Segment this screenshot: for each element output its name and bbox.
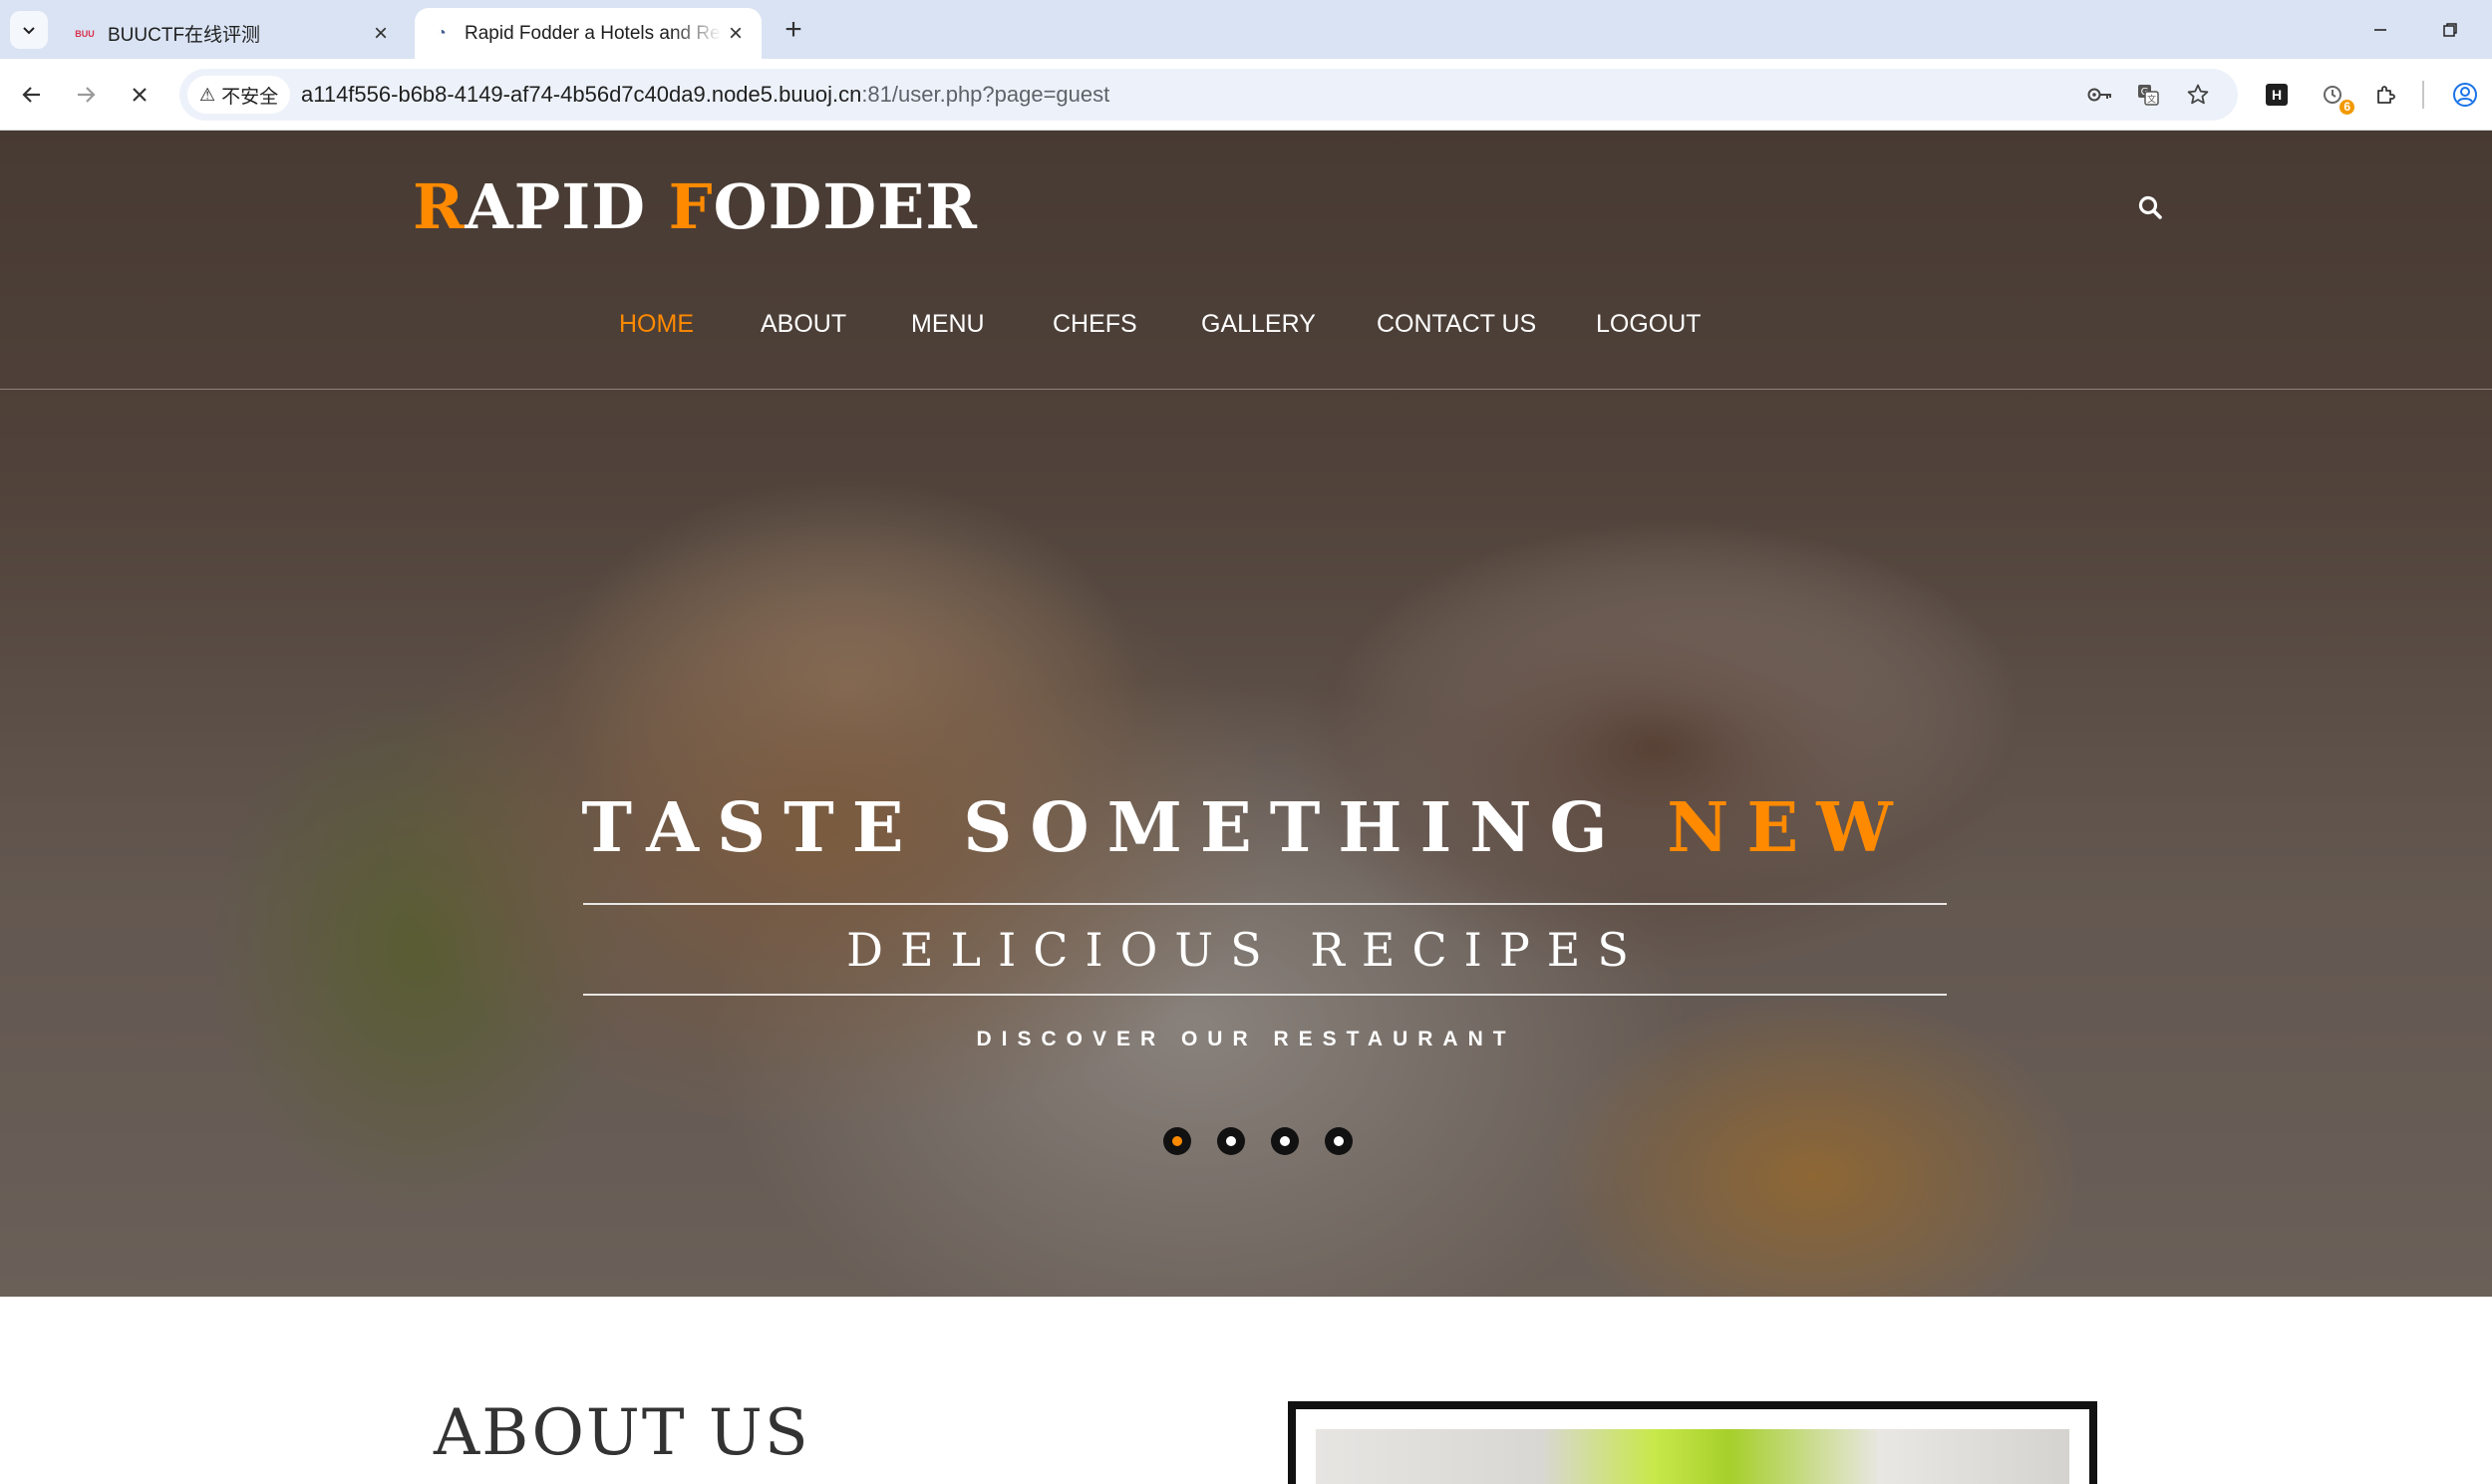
translate-icon[interactable]: G文	[2133, 80, 2163, 110]
about-section: ABOUT US	[0, 1297, 2492, 1484]
url-host: a114f556-b6b8-4149-af74-4b56d7c40da9.nod…	[301, 82, 862, 107]
security-label: 不安全	[221, 86, 279, 108]
close-icon[interactable]: ×	[367, 20, 395, 48]
close-icon	[133, 88, 147, 102]
hero-slider: RAPID FODDER HOME ABOUT MENU CHEFS GALLE…	[0, 131, 2492, 1297]
search-button[interactable]	[2133, 190, 2167, 224]
hero-title: TASTE SOMETHING NEW	[0, 788, 2492, 868]
header-divider	[0, 389, 2492, 390]
bookmark-star-icon[interactable]	[2183, 80, 2213, 110]
browser-tab-buuctf[interactable]: BUU BUUCTF在线评测 ×	[58, 8, 407, 59]
hero-title-accent: NEW	[1667, 788, 1911, 868]
close-icon[interactable]: ×	[722, 20, 750, 48]
nav-about[interactable]: ABOUT	[761, 310, 846, 339]
svg-text:文: 文	[2147, 94, 2156, 106]
restore-icon	[2443, 23, 2457, 37]
slider-dot-1[interactable]	[1163, 1127, 1191, 1155]
hero-background-image	[0, 131, 2492, 1297]
nav-contact-us[interactable]: CONTACT US	[1377, 310, 1536, 339]
forward-button[interactable]	[68, 77, 104, 113]
nav-logout[interactable]: LOGOUT	[1596, 310, 1702, 339]
nav-home[interactable]: HOME	[619, 310, 694, 339]
security-indicator[interactable]: ⚠ 不安全	[187, 76, 291, 114]
browser-tabstrip: BUU BUUCTF在线评测 × ◔ Rapid Fodder a Hotels…	[0, 0, 2492, 59]
url-path: :81/user.php?page=guest	[861, 82, 1110, 107]
about-image	[1316, 1429, 2069, 1484]
back-button[interactable]	[14, 77, 50, 113]
loading-favicon-icon: ◔	[437, 24, 447, 42]
logo-initial-f: F	[668, 170, 714, 243]
buuctf-favicon-icon: BUU	[75, 28, 95, 39]
nav-menu[interactable]: MENU	[911, 310, 985, 339]
hero-tagline: DISCOVER OUR RESTAURANT	[976, 1028, 1516, 1050]
stop-loading-button[interactable]	[122, 77, 157, 113]
toolbar-separator	[2422, 81, 2424, 109]
nav-gallery[interactable]: GALLERY	[1201, 310, 1316, 339]
search-icon	[2138, 195, 2162, 219]
address-bar[interactable]: ⚠ 不安全 a114f556-b6b8-4149-af74-4b56d7c40d…	[179, 69, 2238, 121]
arrow-right-icon	[78, 87, 96, 103]
tab-title: BUUCTF在线评测	[108, 25, 261, 46]
page-viewport: RAPID FODDER HOME ABOUT MENU CHEFS GALLE…	[0, 131, 2492, 1484]
hero-subtitle: DELICIOUS RECIPES	[846, 923, 1646, 977]
extension-badge: 6	[2339, 100, 2354, 115]
minimize-icon	[2374, 29, 2386, 31]
chevron-down-icon	[23, 27, 35, 35]
logo-word-odder: ODDER	[713, 170, 978, 243]
extensions-puzzle-icon[interactable]	[2368, 77, 2404, 113]
logo-initial-r: R	[413, 170, 466, 243]
arrow-left-icon	[22, 87, 40, 103]
minimize-button[interactable]	[2360, 14, 2400, 46]
slider-dot-3[interactable]	[1271, 1127, 1299, 1155]
profile-avatar-icon[interactable]	[2447, 77, 2483, 113]
extension-with-badge-icon[interactable]: 6	[2315, 77, 2354, 115]
hero-divider-top	[583, 903, 1947, 905]
browser-tab-rapid-fodder[interactable]: ◔ Rapid Fodder a Hotels and Restaurants …	[415, 8, 762, 59]
restore-button[interactable]	[2430, 14, 2470, 46]
password-key-icon[interactable]	[2085, 80, 2115, 110]
hero-divider-bottom	[583, 994, 1947, 996]
site-logo[interactable]: RAPID FODDER	[413, 170, 978, 243]
new-tab-button[interactable]: +	[778, 13, 809, 46]
nav-chefs[interactable]: CHEFS	[1053, 310, 1137, 339]
tab-title: Rapid Fodder a Hotels and Restaurants	[465, 22, 722, 44]
about-image-frame	[1288, 1401, 2097, 1484]
slider-dot-2[interactable]	[1217, 1127, 1245, 1155]
slider-dot-4[interactable]	[1325, 1127, 1353, 1155]
slider-pagination	[0, 1127, 2492, 1157]
h-extension-icon[interactable]: H	[2259, 77, 2295, 113]
url-text[interactable]: a114f556-b6b8-4149-af74-4b56d7c40da9.nod…	[301, 69, 1109, 121]
logo-word-apid: APID	[465, 170, 669, 243]
browser-toolbar: ⚠ 不安全 a114f556-b6b8-4149-af74-4b56d7c40d…	[0, 59, 2492, 131]
main-navigation: HOME ABOUT MENU CHEFS GALLERY CONTACT US…	[0, 310, 2492, 360]
about-heading: ABOUT US	[434, 1396, 810, 1470]
tab-search-button[interactable]	[10, 11, 48, 49]
warning-icon: ⚠	[199, 84, 216, 105]
hero-title-main: TASTE SOMETHING	[581, 788, 1668, 868]
